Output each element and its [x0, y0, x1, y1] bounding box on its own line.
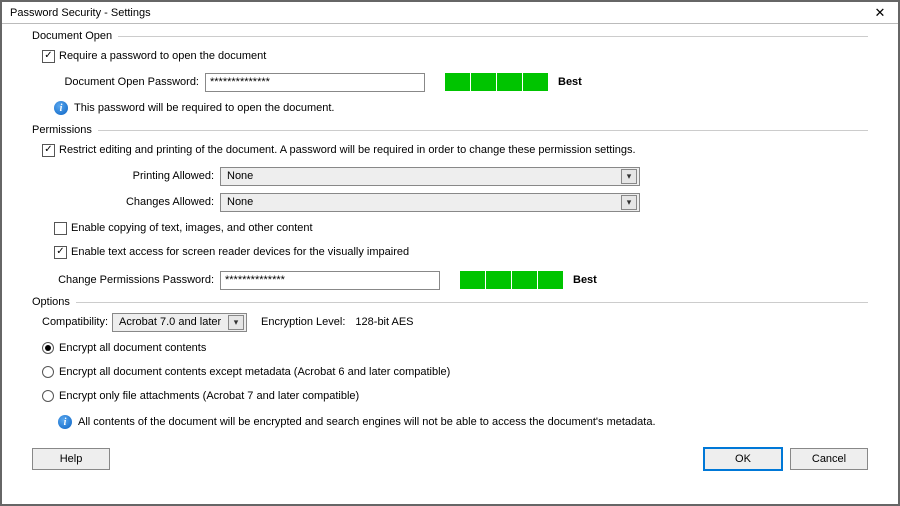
select-value: Acrobat 7.0 and later: [119, 316, 221, 328]
enable-text-access-label: Enable text access for screen reader dev…: [71, 246, 409, 258]
printing-allowed-select[interactable]: None ▾: [220, 167, 640, 186]
group-options: Options Compatibility: Acrobat 7.0 and l…: [32, 296, 868, 432]
encrypt-attachments-radio[interactable]: [42, 390, 54, 402]
info-icon: i: [58, 415, 72, 429]
doc-open-password-label: Document Open Password:: [54, 76, 199, 88]
titlebar: Password Security - Settings ✕: [2, 2, 898, 24]
password-strength-meter: [445, 73, 548, 91]
encrypt-except-metadata-label: Encrypt all document contents except met…: [59, 366, 450, 378]
divider: [118, 36, 868, 37]
ok-button[interactable]: OK: [704, 448, 782, 470]
button-bar: Help OK Cancel: [2, 442, 898, 476]
close-icon[interactable]: ✕: [868, 5, 892, 21]
password-strength-label: Best: [558, 76, 582, 88]
enable-text-access-checkbox[interactable]: [54, 246, 67, 259]
printing-allowed-label: Printing Allowed:: [54, 170, 214, 182]
restrict-editing-checkbox[interactable]: [42, 144, 55, 157]
doc-open-password-input[interactable]: [205, 73, 425, 92]
encrypt-attachments-label: Encrypt only file attachments (Acrobat 7…: [59, 390, 359, 402]
help-button[interactable]: Help: [32, 448, 110, 470]
group-header-options: Options: [32, 296, 868, 308]
password-strength-label: Best: [573, 274, 597, 286]
password-strength-meter: [460, 271, 563, 289]
group-permissions: Permissions Restrict editing and printin…: [32, 124, 868, 290]
chevron-down-icon: ▾: [228, 315, 244, 330]
meter-segment: [497, 73, 522, 91]
group-title: Permissions: [32, 124, 92, 136]
doc-open-info: This password will be required to open t…: [74, 102, 334, 114]
info-icon: i: [54, 101, 68, 115]
compatibility-select[interactable]: Acrobat 7.0 and later ▾: [112, 313, 247, 332]
meter-segment: [460, 271, 485, 289]
group-header-permissions: Permissions: [32, 124, 868, 136]
change-permissions-password-label: Change Permissions Password:: [54, 274, 214, 286]
compatibility-label: Compatibility:: [42, 316, 108, 328]
cancel-button[interactable]: Cancel: [790, 448, 868, 470]
meter-segment: [538, 271, 563, 289]
chevron-down-icon: ▾: [621, 169, 637, 184]
require-password-label: Require a password to open the document: [59, 50, 266, 62]
group-title: Options: [32, 296, 70, 308]
enable-copying-label: Enable copying of text, images, and othe…: [71, 222, 313, 234]
divider: [76, 302, 868, 303]
divider: [98, 130, 868, 131]
chevron-down-icon: ▾: [621, 195, 637, 210]
encrypt-except-metadata-radio[interactable]: [42, 366, 54, 378]
encryption-level-label: Encryption Level:: [261, 316, 345, 328]
meter-segment: [486, 271, 511, 289]
window-title: Password Security - Settings: [10, 7, 151, 19]
select-value: None: [227, 196, 253, 208]
encryption-level-value: 128-bit AES: [355, 316, 413, 328]
meter-segment: [471, 73, 496, 91]
group-title: Document Open: [32, 30, 112, 42]
restrict-editing-label: Restrict editing and printing of the doc…: [59, 144, 636, 156]
changes-allowed-select[interactable]: None ▾: [220, 193, 640, 212]
changes-allowed-label: Changes Allowed:: [54, 196, 214, 208]
require-password-checkbox[interactable]: [42, 50, 55, 63]
encrypt-all-radio[interactable]: [42, 342, 54, 354]
encrypt-all-label: Encrypt all document contents: [59, 342, 206, 354]
select-value: None: [227, 170, 253, 182]
meter-segment: [512, 271, 537, 289]
meter-segment: [523, 73, 548, 91]
change-permissions-password-input[interactable]: [220, 271, 440, 290]
group-header-document-open: Document Open: [32, 30, 868, 42]
group-document-open: Document Open Require a password to open…: [32, 30, 868, 118]
meter-segment: [445, 73, 470, 91]
enable-copying-checkbox[interactable]: [54, 222, 67, 235]
options-info: All contents of the document will be enc…: [78, 416, 656, 428]
